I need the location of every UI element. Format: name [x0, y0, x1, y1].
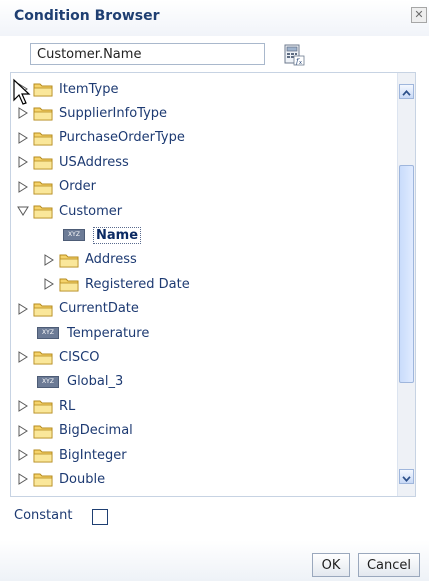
folder-icon [33, 351, 53, 365]
tree-item[interactable]: Customer [11, 199, 122, 223]
tree-item[interactable]: BigInteger [11, 443, 127, 467]
xyz-icon: XYZ [37, 375, 59, 388]
scroll-down-button[interactable] [399, 469, 414, 484]
expander[interactable] [15, 423, 31, 439]
expander[interactable] [41, 276, 57, 292]
folder-icon [33, 107, 53, 121]
expander[interactable] [15, 301, 31, 317]
constant-label: Constant [14, 508, 73, 523]
folder-icon [33, 83, 53, 97]
expander[interactable] [15, 203, 31, 219]
expander[interactable] [15, 349, 31, 365]
folder-icon [33, 156, 53, 170]
constant-checkbox[interactable] [92, 509, 108, 525]
close-icon[interactable]: ✕ [411, 7, 427, 23]
tree-item-label[interactable]: CurrentDate [59, 301, 139, 316]
tree-item-label[interactable]: RL [59, 399, 75, 414]
tree-item[interactable]: RL [11, 394, 75, 418]
triangle-right-icon[interactable] [17, 400, 29, 413]
tree-item-label[interactable]: BigInteger [59, 448, 127, 463]
folder-icon [33, 181, 53, 195]
expander[interactable] [15, 471, 31, 487]
tree-item[interactable]: CurrentDate [11, 297, 139, 321]
expander[interactable] [15, 179, 31, 195]
folder-icon [33, 425, 53, 439]
scroll-thumb[interactable] [399, 165, 414, 383]
triangle-down-icon[interactable] [17, 205, 29, 217]
triangle-right-icon[interactable] [17, 302, 29, 315]
ok-button[interactable]: OK [312, 553, 350, 577]
xyz-icon: XYZ [63, 229, 85, 242]
scroll-up-button[interactable] [399, 84, 414, 99]
triangle-right-icon[interactable] [17, 156, 29, 169]
chevron-up-icon [402, 90, 411, 96]
tree-item-label[interactable]: Temperature [67, 326, 149, 341]
title-bar: Condition Browser ✕ [0, 0, 429, 36]
mouse-cursor-icon [13, 78, 31, 105]
folder-icon [59, 278, 79, 292]
tree-panel: ItemType SupplierInfoType PurchaseOrderTyp… [10, 72, 416, 497]
tree-item[interactable]: XYZ Global_3 [11, 370, 123, 394]
tree-item-label[interactable]: Order [59, 179, 96, 194]
expander[interactable] [15, 398, 31, 414]
folder-icon [33, 449, 53, 463]
triangle-right-icon[interactable] [17, 131, 29, 144]
tree-item[interactable]: USAddress [11, 150, 129, 174]
tree-item[interactable]: CISCO [11, 345, 99, 369]
expression-input[interactable] [30, 43, 265, 65]
tree-item-label[interactable]: Address [85, 252, 137, 267]
triangle-right-icon[interactable] [43, 253, 55, 266]
tree-item-label[interactable]: Registered Date [85, 277, 190, 292]
triangle-right-icon[interactable] [17, 424, 29, 437]
triangle-right-icon[interactable] [17, 449, 29, 461]
tree-item-label[interactable]: Double [59, 472, 105, 487]
triangle-right-icon[interactable] [17, 107, 29, 120]
triangle-right-icon[interactable] [17, 473, 29, 486]
triangle-right-icon[interactable] [17, 351, 29, 364]
expander[interactable] [15, 154, 31, 170]
tree-item[interactable]: BigDecimal [11, 419, 133, 443]
xyz-icon: XYZ [37, 327, 59, 339]
expander[interactable] [15, 447, 31, 463]
folder-icon [59, 254, 79, 268]
folder-icon [33, 400, 53, 414]
expander[interactable] [15, 130, 31, 146]
tree-item-label[interactable]: ItemType [59, 82, 118, 97]
tree-item-label[interactable]: BigDecimal [59, 423, 133, 438]
tree-item[interactable]: SupplierInfoType [11, 101, 167, 125]
tree-item[interactable]: XYZ Name [11, 223, 142, 247]
expander[interactable] [41, 252, 57, 268]
tree-item[interactable]: Registered Date [11, 272, 190, 296]
tree-item[interactable]: Order [11, 175, 96, 199]
folder-icon [33, 132, 53, 146]
expression-builder-icon[interactable]: f x [283, 44, 305, 66]
tree-item[interactable]: XYZ Temperature [11, 321, 149, 345]
folder-icon [33, 205, 53, 219]
triangle-right-icon[interactable] [43, 278, 55, 291]
triangle-right-icon[interactable] [17, 180, 29, 193]
tree-item[interactable]: Address [11, 248, 137, 272]
tree-item-label[interactable]: Global_3 [67, 374, 123, 389]
cancel-button[interactable]: Cancel [358, 553, 420, 577]
tree-item-label[interactable]: Customer [59, 204, 122, 219]
tree-item-label[interactable]: SupplierInfoType [59, 106, 167, 121]
tree-item-label[interactable]: CISCO [59, 350, 99, 365]
dialog-title: Condition Browser [14, 8, 160, 24]
tree-item-label[interactable]: USAddress [59, 155, 129, 170]
folder-icon [33, 473, 53, 487]
condition-browser-dialog: Condition Browser ✕ f x ItemType Supplier… [0, 0, 429, 581]
tree-item-label[interactable]: Name [93, 226, 142, 244]
chevron-down-icon [402, 476, 411, 482]
vertical-scrollbar[interactable] [397, 73, 415, 496]
tree-item[interactable]: PurchaseOrderType [11, 126, 185, 150]
svg-text:x: x [299, 60, 302, 66]
folder-icon [33, 303, 53, 317]
tree-item-label[interactable]: PurchaseOrderType [59, 130, 185, 145]
tree-item[interactable]: Double [11, 467, 105, 491]
